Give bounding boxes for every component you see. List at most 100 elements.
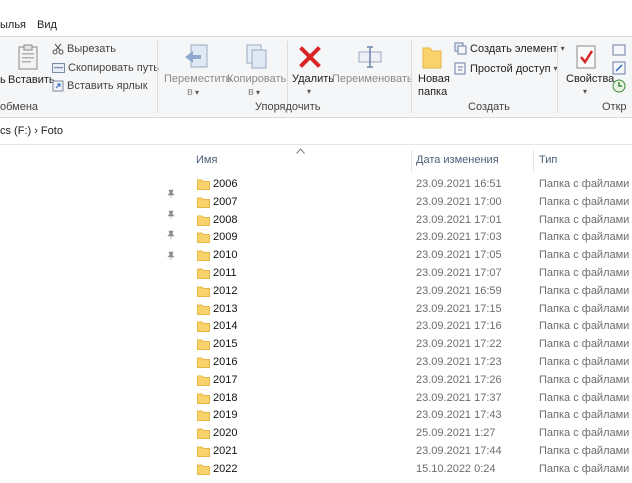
table-row[interactable]: 2021 23.09.2021 17:44 Папка с файлами bbox=[190, 443, 632, 461]
file-date: 23.09.2021 16:51 bbox=[416, 178, 502, 190]
file-date: 15.10.2022 0:24 bbox=[416, 462, 496, 475]
file-date: 23.09.2021 17:15 bbox=[416, 302, 502, 315]
edit-icon[interactable] bbox=[612, 61, 626, 75]
ribbon: ь Вставить Вырезать Скопировать путь Вст… bbox=[0, 36, 632, 118]
table-row[interactable]: 2015 23.09.2021 17:22 Папка с файлами bbox=[190, 336, 632, 354]
table-row[interactable]: 2019 23.09.2021 17:43 Папка с файлами bbox=[190, 407, 632, 425]
file-type: Папка с файлами bbox=[539, 427, 630, 440]
pin-icon[interactable] bbox=[166, 251, 176, 261]
file-date: 23.09.2021 17:01 bbox=[416, 213, 502, 226]
file-name: 2015 bbox=[213, 338, 238, 351]
column-header-date[interactable]: Дата изменения bbox=[416, 154, 499, 166]
delete-button[interactable]: Удалить ▾ bbox=[289, 41, 334, 99]
pin-icon[interactable] bbox=[166, 230, 176, 240]
folder-icon bbox=[197, 393, 210, 404]
table-row[interactable]: 2011 23.09.2021 17:07 Папка с файлами bbox=[190, 265, 632, 283]
table-row[interactable]: 2006 23.09.2021 16:51 Папка с файлами bbox=[190, 176, 632, 194]
folder-icon bbox=[197, 304, 210, 315]
properties-label: Свойства bbox=[566, 73, 615, 85]
table-row[interactable]: 2017 23.09.2021 17:26 Папка с файлами bbox=[190, 372, 632, 390]
file-type: Папка с файлами bbox=[539, 249, 630, 262]
new-folder-label-2: папка bbox=[418, 86, 448, 98]
paste-partial-label: ь bbox=[0, 74, 6, 86]
file-name: 2017 bbox=[213, 373, 238, 386]
copy-to-button[interactable]: Копировать в ▾ bbox=[226, 41, 286, 99]
file-date: 23.09.2021 17:26 bbox=[416, 373, 502, 386]
file-name: 2009 bbox=[213, 231, 238, 244]
ribbon-separator bbox=[411, 41, 412, 113]
file-date: 23.09.2021 17:23 bbox=[416, 356, 502, 368]
tab-share[interactable]: ылья bbox=[0, 19, 26, 31]
open-group-label: Откр bbox=[602, 101, 627, 113]
file-name: 2008 bbox=[213, 213, 238, 226]
file-type: Папка с файлами bbox=[539, 267, 630, 279]
breadcrumb[interactable]: cs (F:) › Foto bbox=[0, 125, 63, 137]
address-bar[interactable]: cs (F:) › Foto bbox=[0, 118, 632, 145]
file-type: Папка с файлами bbox=[539, 445, 630, 457]
new-item-button[interactable]: Создать элемент ▾ bbox=[454, 42, 565, 55]
new-item-label: Создать элемент bbox=[470, 42, 558, 55]
file-name: 2014 bbox=[213, 320, 238, 333]
paste-button[interactable]: Вставить bbox=[8, 42, 55, 90]
folder-icon bbox=[197, 268, 210, 279]
file-name: 2020 bbox=[213, 427, 238, 440]
table-row[interactable]: 2007 23.09.2021 17:00 Папка с файлами bbox=[190, 194, 632, 212]
copy-path-label: Скопировать путь bbox=[68, 62, 159, 74]
cut-button[interactable]: Вырезать bbox=[52, 43, 116, 55]
folder-icon bbox=[197, 464, 210, 475]
rename-button[interactable]: Переименовать bbox=[331, 41, 413, 99]
ribbon-separator bbox=[557, 41, 558, 113]
table-row[interactable]: 2013 23.09.2021 17:15 Папка с файлами bbox=[190, 301, 632, 319]
table-row[interactable]: 2020 25.09.2021 1:27 Папка с файлами bbox=[190, 425, 632, 443]
column-header-type[interactable]: Тип bbox=[539, 154, 557, 166]
table-row[interactable]: 2014 23.09.2021 17:16 Папка с файлами bbox=[190, 318, 632, 336]
file-type: Папка с файлами bbox=[539, 356, 630, 368]
file-name: 2019 bbox=[213, 409, 238, 422]
tab-view[interactable]: Вид bbox=[37, 19, 57, 31]
pin-icon[interactable] bbox=[166, 189, 176, 199]
file-date: 25.09.2021 1:27 bbox=[416, 427, 496, 440]
table-row[interactable]: 2010 23.09.2021 17:05 Папка с файлами bbox=[190, 247, 632, 265]
column-header-name[interactable]: Имя bbox=[196, 154, 217, 166]
folder-icon bbox=[197, 339, 210, 351]
table-row[interactable]: 2012 23.09.2021 16:59 Папка с файлами bbox=[190, 283, 632, 301]
file-type: Папка с файлами bbox=[539, 409, 630, 422]
move-to-icon bbox=[185, 44, 208, 68]
delete-x-icon bbox=[299, 46, 321, 68]
scissors-icon bbox=[52, 43, 64, 55]
table-row[interactable]: 2022 15.10.2022 0:24 Папка с файлами bbox=[190, 461, 632, 479]
file-type: Папка с файлами bbox=[539, 195, 630, 208]
file-type: Папка с файлами bbox=[539, 462, 630, 475]
open-icon[interactable] bbox=[612, 43, 626, 57]
easy-access-button[interactable]: Простой доступ ▾ bbox=[454, 62, 558, 75]
copy-to-sub-label: в bbox=[248, 86, 254, 98]
move-to-button[interactable]: Переместить в ▾ bbox=[163, 41, 231, 99]
column-divider[interactable] bbox=[533, 150, 534, 172]
table-row[interactable]: 2016 23.09.2021 17:23 Папка с файлами bbox=[190, 354, 632, 372]
new-folder-icon bbox=[422, 47, 442, 69]
folder-icon bbox=[197, 232, 210, 244]
file-date: 23.09.2021 17:44 bbox=[416, 445, 502, 457]
pin-icon[interactable] bbox=[166, 210, 176, 220]
history-icon[interactable] bbox=[612, 79, 626, 93]
table-row[interactable]: 2018 23.09.2021 17:37 Папка с файлами bbox=[190, 390, 632, 408]
copy-path-button[interactable]: Скопировать путь bbox=[52, 62, 159, 74]
create-group-label: Создать bbox=[468, 101, 510, 113]
file-date: 23.09.2021 16:59 bbox=[416, 284, 502, 297]
table-row[interactable]: 2009 23.09.2021 17:03 Папка с файлами bbox=[190, 229, 632, 247]
file-name: 2011 bbox=[213, 267, 237, 279]
file-date: 23.09.2021 17:37 bbox=[416, 391, 502, 404]
properties-button[interactable]: Свойства ▾ bbox=[563, 41, 614, 99]
new-folder-label-1: Новая bbox=[418, 73, 450, 85]
paste-shortcut-button[interactable]: Вставить ярлык bbox=[52, 80, 148, 92]
file-name: 2022 bbox=[213, 462, 238, 475]
file-date: 23.09.2021 17:05 bbox=[416, 249, 502, 262]
column-divider[interactable] bbox=[411, 150, 412, 172]
chevron-down-icon: ▾ bbox=[256, 88, 261, 97]
table-row[interactable]: 2008 23.09.2021 17:01 Папка с файлами bbox=[190, 212, 632, 230]
rename-label: Переименовать bbox=[332, 73, 413, 85]
cut-label: Вырезать bbox=[67, 43, 116, 55]
new-folder-button[interactable]: Новая папка bbox=[414, 41, 450, 99]
copy-to-label: Копировать bbox=[227, 73, 287, 85]
move-to-sub-label: в bbox=[187, 86, 193, 98]
